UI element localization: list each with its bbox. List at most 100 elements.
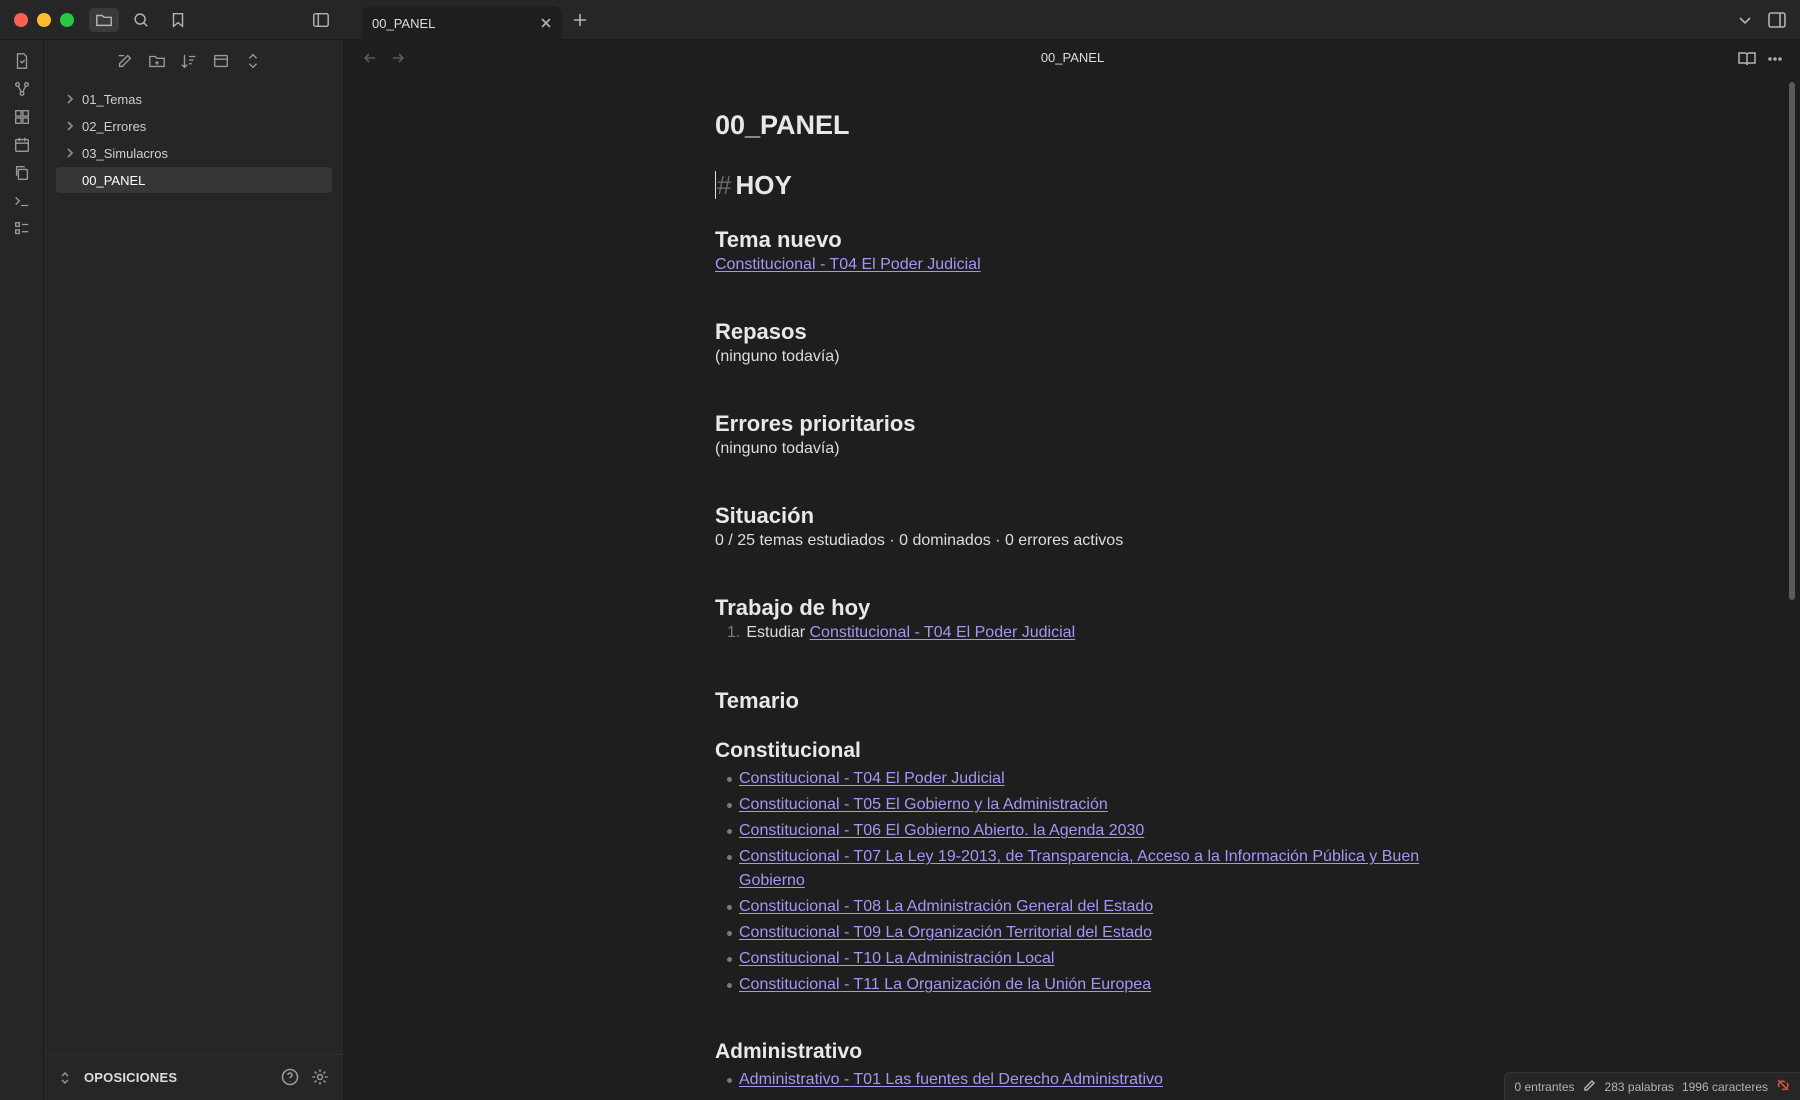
repasos-text: (ninguno todavía) (715, 348, 840, 365)
collapse-all-button[interactable] (242, 50, 264, 72)
reveal-icon (214, 54, 228, 68)
sidebar-right-icon (1768, 12, 1786, 28)
minimize-window-button[interactable] (37, 13, 51, 27)
calendar-icon (15, 137, 29, 152)
book-open-icon (1738, 52, 1756, 66)
tree-item-label: 01_Temas (82, 91, 142, 107)
maximize-window-button[interactable] (60, 13, 74, 27)
command-palette-button[interactable] (11, 190, 33, 212)
more-options-button[interactable] (1765, 49, 1785, 69)
internal-link[interactable]: Constitucional - T09 La Organización Ter… (739, 924, 1152, 941)
heading-administrativo: Administrativo (715, 1040, 863, 1063)
char-count: 1996 caracteres (1681, 1079, 1768, 1094)
templates-button[interactable] (11, 162, 33, 184)
help-button[interactable] (280, 1067, 302, 1089)
internal-link[interactable]: Constitucional - T04 El Poder Judicial (739, 770, 1005, 787)
tab-label: 00_PANEL (372, 16, 436, 31)
settings-button[interactable] (310, 1067, 332, 1089)
vault-name[interactable]: OPOSICIONES (84, 1070, 177, 1085)
tree-folder-02-errores[interactable]: 02_Errores (56, 113, 332, 139)
view-header-title[interactable]: 00_PANEL (345, 50, 1800, 65)
toggle-left-sidebar-button[interactable] (306, 8, 336, 32)
word-count: 283 palabras (1604, 1079, 1674, 1094)
internal-link[interactable]: Constitucional - T08 La Administración G… (739, 898, 1153, 915)
new-tab-button[interactable] (570, 10, 590, 30)
internal-link[interactable]: Constitucional - T04 El Poder Judicial (810, 624, 1076, 641)
reading-view-button[interactable] (1737, 49, 1757, 69)
file-icon (16, 53, 28, 69)
tree-item-label: 02_Errores (82, 118, 147, 134)
list-item-prefix: Estudiar (746, 624, 806, 641)
search-button[interactable] (126, 8, 156, 32)
tree-folder-03-simulacros[interactable]: 03_Simulacros (56, 140, 332, 166)
list-icon (15, 222, 29, 235)
situacion-text: 0 / 25 temas estudiados · 0 dominados · … (715, 532, 1124, 549)
new-note-button[interactable] (114, 50, 136, 72)
list-number: 1. (727, 624, 741, 641)
auto-reveal-button[interactable] (210, 50, 232, 72)
bookmarks-button[interactable] (163, 8, 193, 32)
heading-repasos: Repasos (715, 319, 807, 344)
list-item: 1. Estudiar Constitucional - T04 El Poder… (727, 624, 1075, 642)
close-window-button[interactable] (14, 13, 28, 27)
vault-switcher: OPOSICIONES (44, 1054, 344, 1100)
sync-status-button[interactable] (1776, 1078, 1790, 1095)
internal-link[interactable]: Constitucional - T11 La Organización de … (739, 976, 1151, 993)
tab-list-button[interactable] (1735, 10, 1755, 30)
editor-pane: 00_PANEL 00_PANEL # HOY Tema nuevo Consti… (345, 40, 1800, 1100)
file-explorer-sidebar: 01_Temas 02_Errores 03_Simulacros 00_PAN… (44, 40, 344, 1100)
close-tab-button[interactable] (538, 15, 554, 31)
pencil-icon (1583, 1079, 1595, 1091)
internal-link[interactable]: Constitucional - T10 La Administración L… (739, 950, 1054, 967)
chevron-right-icon (62, 145, 78, 161)
new-folder-button[interactable] (146, 50, 168, 72)
internal-link[interactable]: Constitucional - T04 El Poder Judicial (715, 256, 981, 273)
list-item: Administrativo - T01 Las fuentes del Der… (727, 1068, 1447, 1092)
title-bar: 00_PANEL (0, 0, 1800, 40)
list-item: Constitucional - T04 El Poder Judicial (727, 767, 1447, 791)
inline-title[interactable]: 00_PANEL (715, 110, 850, 141)
file-explorer-button[interactable] (89, 8, 119, 32)
internal-link[interactable]: Constitucional - T07 La Ley 19-2013, de … (739, 848, 1419, 889)
tema-nuevo-paragraph: Constitucional - T04 El Poder Judicial (715, 256, 981, 274)
internal-link[interactable]: Administrativo - T01 Las fuentes del Der… (739, 1071, 1163, 1088)
chevron-down-icon (1739, 17, 1751, 25)
text-cursor (715, 171, 716, 199)
folder-plus-icon (149, 55, 165, 68)
errores-text: (ninguno todavía) (715, 440, 840, 457)
file-explorer-toolbar (114, 50, 264, 72)
edit-icon (118, 54, 132, 68)
tree-item-label: 03_Simulacros (82, 145, 168, 161)
sidebar-left-icon (313, 12, 329, 28)
graph-view-button[interactable] (11, 78, 33, 100)
internal-link[interactable]: Constitucional - T05 El Gobierno y la Ad… (739, 796, 1108, 813)
more-horizontal-icon (1768, 57, 1782, 61)
canvas-button[interactable] (11, 106, 33, 128)
administrativo-list: Administrativo - T01 Las fuentes del Der… (727, 1068, 1447, 1094)
tree-folder-01-temas[interactable]: 01_Temas (56, 86, 332, 112)
internal-link[interactable]: Constitucional - T06 El Gobierno Abierto… (739, 822, 1144, 839)
daily-note-button[interactable] (11, 134, 33, 156)
chevrons-up-down-icon[interactable] (58, 1070, 72, 1086)
heading-constitucional: Constitucional (715, 739, 861, 762)
scrollbar-thumb[interactable] (1789, 82, 1795, 600)
heading-marker: # (717, 170, 732, 200)
terminal-icon (15, 196, 29, 207)
tab-00-panel[interactable]: 00_PANEL (362, 6, 562, 40)
editing-mode-button[interactable] (1583, 1078, 1597, 1095)
list-item: Constitucional - T11 La Organización de … (727, 973, 1447, 997)
heading-temario: Temario (715, 688, 799, 713)
list-item: Constitucional - T09 La Organización Ter… (727, 921, 1447, 945)
constitucional-list: Constitucional - T04 El Poder Judicial C… (727, 767, 1447, 999)
close-icon (541, 18, 551, 28)
tasks-button[interactable] (11, 218, 33, 240)
sort-button[interactable] (178, 50, 200, 72)
open-quick-switcher-button[interactable] (11, 50, 33, 72)
chevron-right-icon (62, 91, 78, 107)
toggle-right-sidebar-button[interactable] (1766, 9, 1788, 31)
tree-file-00-panel[interactable]: 00_PANEL (56, 167, 332, 193)
backlinks-count[interactable]: 0 entrantes (1515, 1080, 1575, 1094)
heading-hoy[interactable]: # HOY (715, 170, 792, 201)
search-icon (134, 13, 148, 27)
graph-icon (15, 82, 29, 96)
